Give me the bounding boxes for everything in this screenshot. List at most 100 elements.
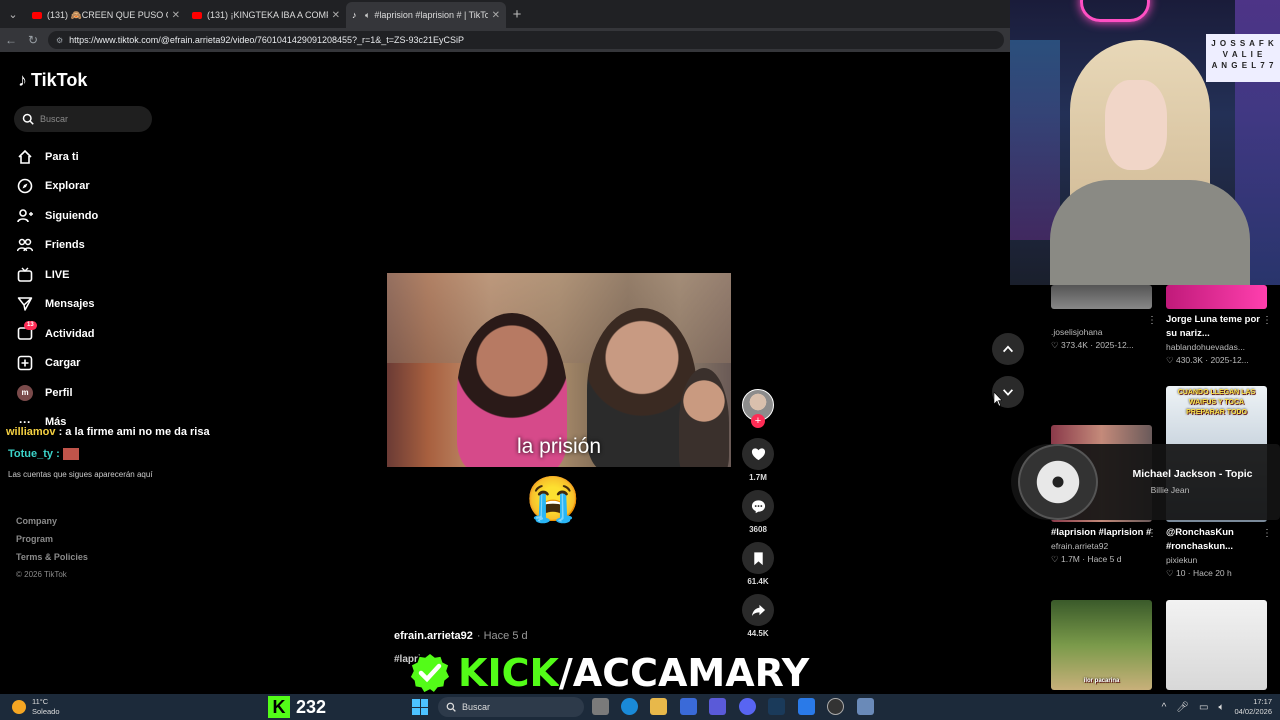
more-options-icon[interactable]: ⋮ bbox=[1262, 528, 1272, 539]
recommendation-card[interactable]: ⋮ Jorge Luna teme por su nariz... hablan… bbox=[1166, 285, 1272, 367]
more-options-icon[interactable]: ⋮ bbox=[1147, 528, 1157, 539]
youtube-icon bbox=[192, 11, 202, 19]
share-icon bbox=[742, 594, 774, 626]
rec-author: efrain.arrieta92 bbox=[1051, 541, 1109, 551]
messages-icon bbox=[16, 295, 34, 313]
browser-tab-active[interactable]: ♪ 🔈︎ #laprision #laprision # | TikTok ✕ bbox=[346, 2, 506, 28]
close-icon[interactable]: ✕ bbox=[492, 10, 500, 21]
close-icon[interactable]: ✕ bbox=[172, 10, 180, 21]
rec-author: pixiekun bbox=[1166, 555, 1198, 565]
close-icon[interactable]: ✕ bbox=[332, 10, 340, 21]
wall-sign: J O S S A F K V A L I E A N G E L 7 7 bbox=[1206, 34, 1280, 82]
site-info-icon[interactable]: ⚙︎ bbox=[56, 36, 63, 45]
more-options-icon[interactable]: ⋮ bbox=[1147, 315, 1157, 326]
recommendation-card[interactable] bbox=[1166, 600, 1268, 690]
like-count: 1.7M bbox=[749, 473, 767, 482]
sign-line: J O S S A F K bbox=[1211, 39, 1275, 48]
chat-message: williamov : a la firme ami no me da risa bbox=[6, 426, 210, 438]
more-options-icon[interactable]: ⋮ bbox=[1262, 315, 1272, 326]
rec-meta: ♡ 373.4K · 2025-12... bbox=[1051, 340, 1134, 350]
activity-icon: 13 bbox=[16, 320, 37, 343]
back-icon[interactable]: ← bbox=[0, 33, 22, 47]
follow-button[interactable]: + bbox=[751, 414, 765, 428]
nav-item-mensajes[interactable]: Mensajes bbox=[16, 290, 166, 320]
recommendation-card[interactable]: ⋮ .joselisjohana ♡ 373.4K · 2025-12... bbox=[1051, 285, 1157, 352]
chat-message: Totue_ty : bbox=[8, 448, 79, 461]
footer-link-terms[interactable]: Terms & Policies bbox=[16, 552, 88, 570]
chevron-down-icon bbox=[1002, 389, 1014, 396]
task-view-icon[interactable] bbox=[592, 698, 609, 715]
temperature: 11°C bbox=[32, 697, 49, 706]
discord-icon[interactable] bbox=[739, 698, 756, 715]
search-input[interactable] bbox=[40, 114, 140, 124]
streamer-sweater bbox=[1050, 180, 1250, 285]
now-playing-title: Michael Jackson - Topic bbox=[1132, 468, 1253, 480]
nav-label: Friends bbox=[45, 239, 85, 252]
store-icon[interactable] bbox=[680, 698, 697, 715]
chevron-up-icon bbox=[1002, 345, 1014, 353]
settings-icon[interactable] bbox=[857, 698, 874, 715]
following-hint: Las cuentas que sigues aparecerán aquí bbox=[8, 470, 153, 479]
search-box[interactable] bbox=[14, 106, 152, 132]
friends-icon bbox=[16, 236, 34, 254]
steam-icon[interactable] bbox=[768, 698, 785, 715]
nav-item-perfil[interactable]: m Perfil bbox=[16, 378, 166, 408]
emote-icon bbox=[62, 448, 79, 461]
app-icon[interactable] bbox=[798, 698, 815, 715]
webcam-feed: J O S S A F K V A L I E A N G E L 7 7 bbox=[1010, 0, 1280, 285]
tiktok-icon: ♪ bbox=[352, 10, 357, 20]
video-player[interactable]: la prisión bbox=[387, 273, 731, 467]
teams-icon[interactable] bbox=[709, 698, 726, 715]
volume-icon[interactable]: 🔈︎ bbox=[1218, 702, 1224, 713]
comment-button[interactable]: 3608 bbox=[742, 490, 774, 534]
heart-icon bbox=[742, 438, 774, 470]
url-field[interactable]: ⚙︎ https://www.tiktok.com/@efrain.arriet… bbox=[48, 31, 1004, 49]
webcam-background bbox=[1010, 40, 1060, 240]
chevron-up-icon[interactable]: ^ bbox=[1162, 702, 1167, 713]
file-explorer-icon[interactable] bbox=[650, 698, 667, 715]
new-tab-button[interactable]: + bbox=[506, 6, 528, 23]
nav-item-para-ti[interactable]: Para ti bbox=[16, 142, 166, 172]
reload-icon[interactable]: ↻ bbox=[22, 33, 44, 47]
like-button[interactable]: 1.7M bbox=[742, 438, 774, 482]
recommendation-card[interactable]: ilor pacarina bbox=[1051, 600, 1153, 690]
sign-line: V A L I E bbox=[1222, 50, 1264, 59]
previous-video-button[interactable] bbox=[992, 333, 1024, 365]
network-icon[interactable]: ▭ bbox=[1199, 702, 1208, 713]
browser-tab[interactable]: (131) 🙈CREEN QUE PUSO CÁMA ✕ bbox=[26, 2, 186, 28]
nav-item-friends[interactable]: Friends bbox=[16, 231, 166, 261]
obs-icon[interactable] bbox=[827, 698, 844, 715]
weather-widget[interactable]: 11°C Soleado bbox=[12, 697, 60, 717]
nav-item-actividad[interactable]: 13 Actividad bbox=[16, 319, 166, 349]
tiktok-logo[interactable]: ♪ TikTok bbox=[18, 70, 87, 91]
microphone-icon[interactable]: 🎤︎ bbox=[1176, 702, 1189, 713]
browser-tab[interactable]: (131) ¡KINGTEKA IBA A COMPRAR ✕ bbox=[186, 2, 346, 28]
weather-condition: Soleado bbox=[32, 707, 60, 716]
search-icon bbox=[22, 113, 34, 125]
edge-icon[interactable] bbox=[621, 698, 638, 715]
nav-item-siguiendo[interactable]: Siguiendo bbox=[16, 201, 166, 231]
video-thumbnail bbox=[1166, 600, 1267, 690]
rec-author: .joselisjohana bbox=[1051, 327, 1103, 337]
kick-channel-text: KICK/ACCAMARY bbox=[458, 651, 809, 695]
save-button[interactable]: 61.4K bbox=[742, 542, 774, 586]
footer-link-program[interactable]: Program bbox=[16, 534, 88, 552]
nav-item-explorar[interactable]: Explorar bbox=[16, 172, 166, 202]
tab-list-button[interactable]: ⌄ bbox=[0, 0, 26, 28]
windows-start-button[interactable] bbox=[412, 699, 428, 715]
footer-link-company[interactable]: Company bbox=[16, 516, 88, 534]
vinyl-disc-icon bbox=[1018, 444, 1098, 520]
viewer-count: 232 bbox=[296, 696, 327, 717]
video-author[interactable]: efrain.arrieta92 · Hace 5 d bbox=[394, 630, 528, 642]
nav-item-cargar[interactable]: Cargar bbox=[16, 349, 166, 379]
rec-meta: ♡ 10 · Hace 20 h bbox=[1166, 568, 1232, 578]
logo-text: TikTok bbox=[31, 70, 88, 90]
address-bar: ← ↻ ⚙︎ https://www.tiktok.com/@efrain.ar… bbox=[0, 28, 1010, 52]
profile-avatar-wrap: m bbox=[16, 384, 34, 402]
nav-item-live[interactable]: LIVE bbox=[16, 260, 166, 290]
taskbar-search[interactable]: Buscar bbox=[438, 697, 584, 717]
clock[interactable]: 17:17 04/02/2026 bbox=[1234, 697, 1272, 717]
now-playing-song: Billie Jean bbox=[1150, 485, 1190, 495]
speaker-icon[interactable]: 🔈︎ bbox=[365, 10, 370, 21]
share-button[interactable]: 44.5K bbox=[742, 594, 774, 638]
